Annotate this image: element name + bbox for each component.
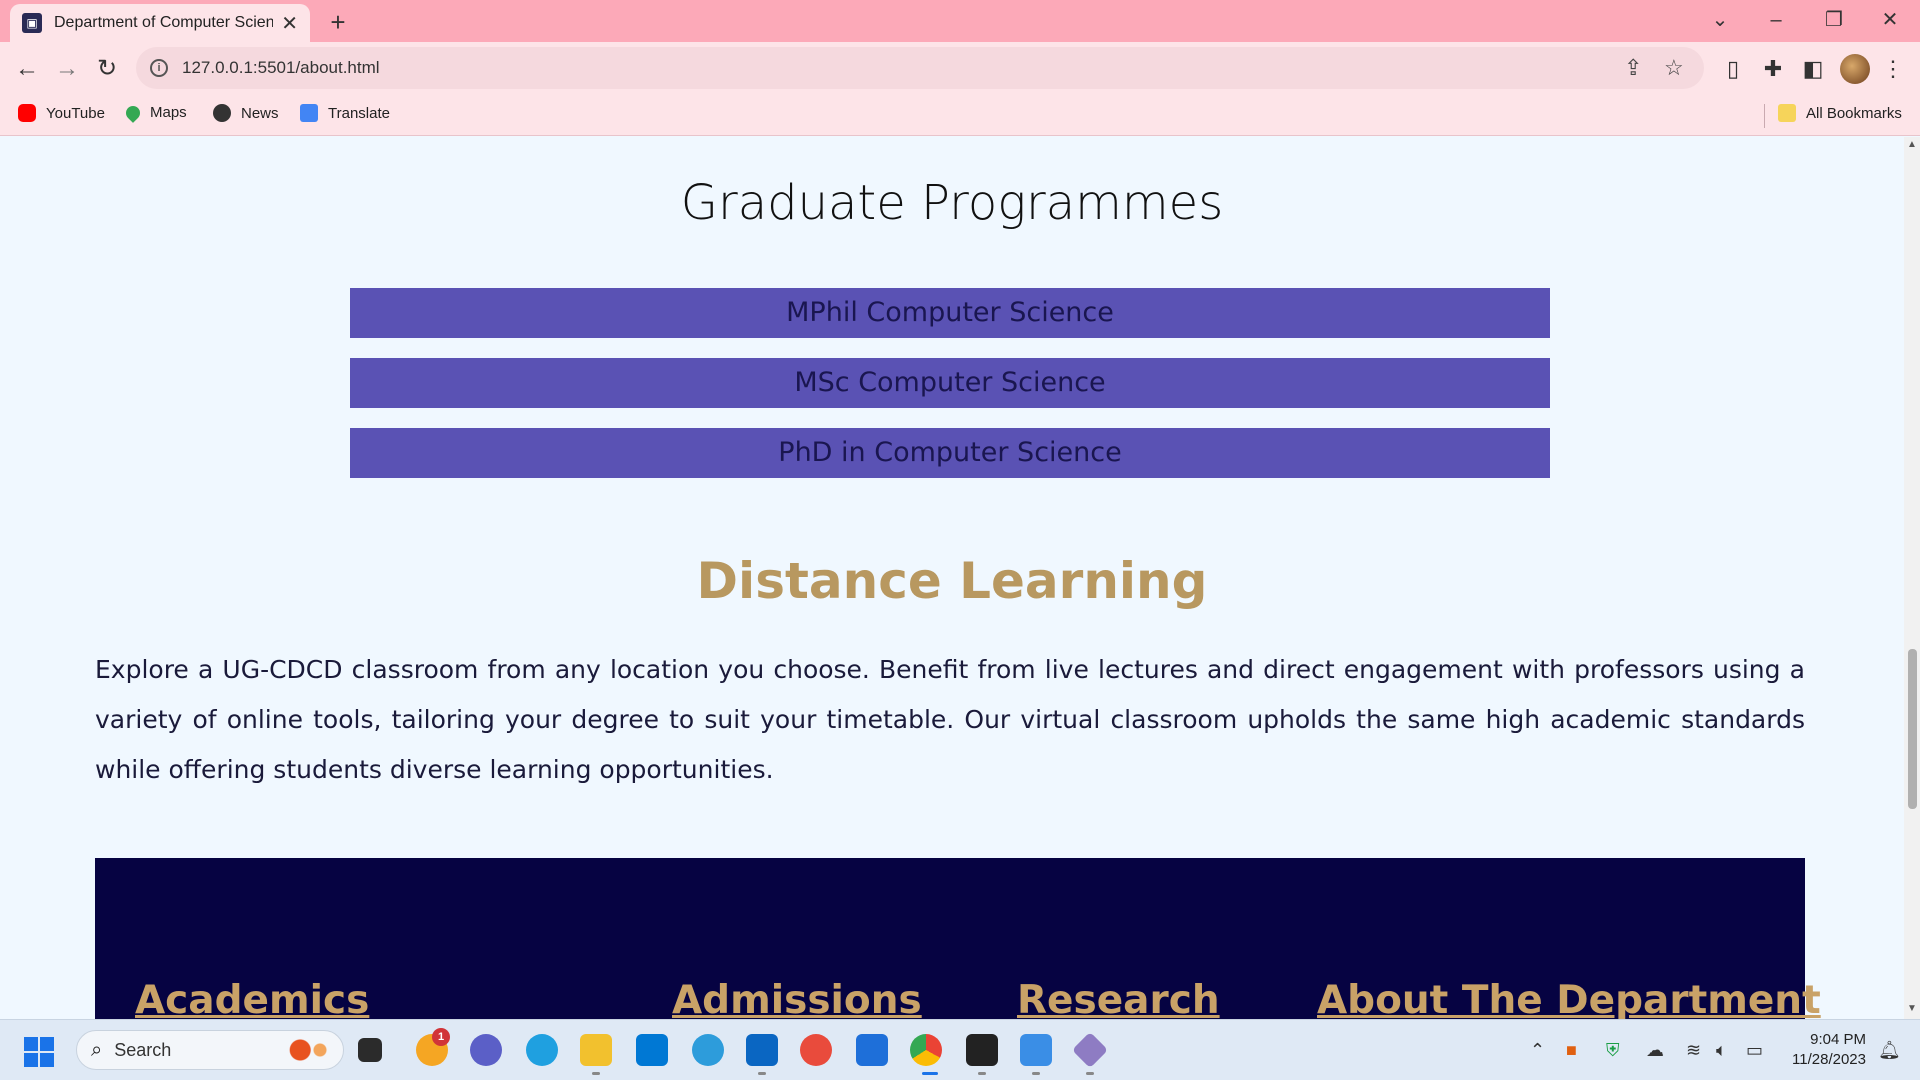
active-indicator <box>922 1072 938 1075</box>
back-button[interactable]: ← <box>10 52 44 86</box>
bookmark-news[interactable]: News <box>213 104 279 122</box>
app-ring-icon[interactable] <box>800 1034 832 1066</box>
chrome-icon[interactable] <box>910 1034 942 1066</box>
security-icon[interactable]: ⛨ <box>1606 1040 1620 1061</box>
bookmark-youtube[interactable]: YouTube <box>18 104 105 122</box>
footer-link-about[interactable]: About The Department <box>1317 978 1821 1019</box>
task-view-icon[interactable] <box>358 1038 382 1062</box>
browser-tab[interactable]: ▣ Department of Computer Science ✕ <box>10 4 310 42</box>
battery-icon[interactable]: ▭ <box>1746 1040 1763 1061</box>
footer-link-academics[interactable]: Academics <box>135 978 369 1019</box>
edge-icon[interactable] <box>526 1034 558 1066</box>
onedrive-icon[interactable]: ☁ <box>1646 1040 1664 1061</box>
site-favicon-icon: ▣ <box>22 13 42 33</box>
tab-title: Department of Computer Science <box>54 14 274 31</box>
scroll-up-icon[interactable]: ▲ <box>1906 139 1918 150</box>
tab-strip: ▣ Department of Computer Science ✕ + ⌄ –… <box>0 0 1920 42</box>
bookmark-maps[interactable]: Maps <box>123 102 187 123</box>
file-explorer-icon[interactable] <box>580 1034 612 1066</box>
windows-start-icon[interactable] <box>24 1037 54 1067</box>
taskbar: ⌕ Search 1 ⌃ ■ ⛨ ☁ ≋ 🔈︎ ▭ 9:04 PM 11/28/… <box>0 1019 1920 1080</box>
distance-learning-heading: Distance Learning <box>696 552 1208 610</box>
footer: Academics Admissions Research About The … <box>95 858 1821 1019</box>
bookmark-label: YouTube <box>46 104 105 122</box>
bookmark-label: Translate <box>328 104 390 122</box>
search-highlight-icon <box>287 1039 331 1061</box>
all-bookmarks-label: All Bookmarks <box>1806 104 1902 122</box>
wifi-icon[interactable]: ≋ <box>1686 1040 1701 1061</box>
system-clock[interactable]: 9:04 PM 11/28/2023 <box>1786 1030 1866 1070</box>
vscode-icon[interactable] <box>746 1034 778 1066</box>
bookmark-star-icon[interactable]: ☆ <box>1664 55 1684 81</box>
close-window-button[interactable]: ✕ <box>1862 0 1918 40</box>
programme-button-mphil[interactable]: MPhil Computer Science <box>350 288 1550 338</box>
snipping-tool-icon[interactable] <box>1071 1031 1109 1069</box>
profile-avatar[interactable] <box>1840 54 1870 84</box>
running-indicator <box>1032 1072 1040 1075</box>
running-indicator <box>592 1072 600 1075</box>
address-bar[interactable]: i 127.0.0.1:5501/about.html ⇪ ☆ <box>136 47 1704 89</box>
notification-badge: 1 <box>432 1028 450 1046</box>
folder-icon <box>1778 104 1796 122</box>
translate-icon <box>300 104 318 122</box>
taskbar-search[interactable]: ⌕ Search <box>76 1030 344 1070</box>
page-viewport: Graduate Programmes MPhil Computer Scien… <box>0 137 1904 1019</box>
footer-link-research[interactable]: Research <box>1017 978 1220 1019</box>
maps-icon <box>123 102 143 123</box>
programme-button-msc[interactable]: MSc Computer Science <box>350 358 1550 408</box>
forward-button[interactable]: → <box>50 52 84 86</box>
new-tab-button[interactable]: + <box>322 6 354 38</box>
all-bookmarks[interactable]: All Bookmarks <box>1778 104 1902 122</box>
site-info-icon[interactable]: i <box>150 59 168 77</box>
running-indicator <box>1086 1072 1094 1075</box>
browser-toolbar: ← → ↻ i 127.0.0.1:5501/about.html ⇪ ☆ ▯ … <box>0 42 1920 96</box>
bookmark-translate[interactable]: Translate <box>300 104 390 122</box>
bookmarks-bar: YouTube Maps News Translate All Bookmark… <box>0 96 1920 136</box>
share-icon[interactable]: ⇪ <box>1624 55 1642 81</box>
side-panel-icon[interactable]: ◧ <box>1798 54 1828 84</box>
remote-desktop-icon[interactable] <box>856 1034 888 1066</box>
restore-button[interactable]: ❐ <box>1806 0 1862 40</box>
volume-icon[interactable]: 🔈︎ <box>1716 1040 1727 1061</box>
tab-close-icon[interactable]: ✕ <box>281 11 298 36</box>
search-icon: ⌕ <box>91 1038 103 1061</box>
youtube-icon <box>18 104 36 122</box>
search-label: Search <box>114 1039 172 1060</box>
minimize-button[interactable]: – <box>1748 0 1804 40</box>
scroll-thumb[interactable] <box>1908 649 1917 809</box>
tray-app-icon[interactable]: ■ <box>1566 1040 1577 1061</box>
tray-overflow-icon[interactable]: ⌃ <box>1530 1040 1545 1061</box>
footer-link-admissions[interactable]: Admissions <box>672 978 922 1019</box>
bookmark-label: Maps <box>150 104 187 121</box>
graduate-programmes-heading: Graduate Programmes <box>680 175 1224 231</box>
scroll-down-icon[interactable]: ▼ <box>1906 1003 1918 1014</box>
url-text[interactable]: 127.0.0.1:5501/about.html <box>182 58 380 78</box>
distance-learning-text: Explore a UG-CDCD classroom from any loc… <box>95 655 1805 784</box>
bookmarks-divider <box>1764 104 1765 128</box>
notepad-icon[interactable] <box>1020 1034 1052 1066</box>
running-indicator <box>978 1072 986 1075</box>
bookmark-label: News <box>241 104 279 122</box>
clock-date: 11/28/2023 <box>1792 1051 1866 1068</box>
running-indicator <box>758 1072 766 1075</box>
page-scrollbar[interactable]: ▲ ▼ <box>1904 137 1920 1019</box>
teams-icon[interactable] <box>470 1034 502 1066</box>
notifications-icon[interactable]: 🔔︎ <box>1878 1040 1901 1061</box>
news-icon <box>213 104 231 122</box>
programme-button-phd[interactable]: PhD in Computer Science <box>350 428 1550 478</box>
app-icon[interactable] <box>692 1034 724 1066</box>
reload-button[interactable]: ↻ <box>90 52 124 86</box>
clock-time: 9:04 PM <box>1810 1031 1866 1048</box>
reading-list-icon[interactable]: ▯ <box>1718 54 1748 84</box>
sticky-notes-icon[interactable] <box>966 1034 998 1066</box>
menu-kebab-icon[interactable]: ⋮ <box>1878 54 1908 84</box>
store-icon[interactable] <box>636 1034 668 1066</box>
extensions-icon[interactable]: ✚ <box>1758 54 1788 84</box>
tab-search-icon[interactable]: ⌄ <box>1692 0 1748 40</box>
